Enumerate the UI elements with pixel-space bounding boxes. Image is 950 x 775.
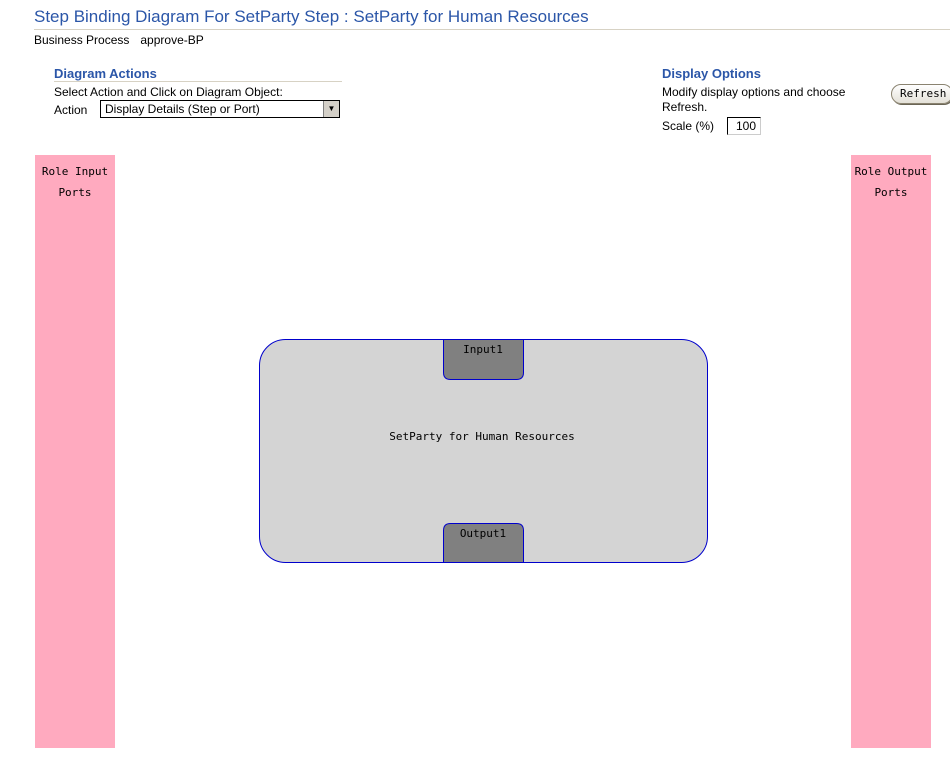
display-options-instruction-line2: Refresh. bbox=[662, 100, 708, 114]
top-links[interactable]: __ __ bbox=[882, 0, 942, 4]
role-input-ports-label-line1: Role Input bbox=[41, 165, 109, 178]
diagram-actions-instruction: Select Action and Click on Diagram Objec… bbox=[54, 85, 283, 99]
action-select-value: Display Details (Step or Port) bbox=[105, 102, 260, 116]
scale-label: Scale (%) bbox=[662, 119, 715, 133]
input-port-label: Input1 bbox=[463, 343, 503, 356]
page-title: Step Binding Diagram For SetParty Step :… bbox=[34, 7, 589, 26]
business-process-value: approve-BP bbox=[140, 33, 204, 47]
role-input-ports-column[interactable]: Role Input Ports bbox=[35, 155, 115, 748]
title-divider bbox=[34, 29, 950, 30]
action-select[interactable]: Display Details (Step or Port) ▼ bbox=[100, 100, 340, 118]
display-options-heading: Display Options bbox=[662, 66, 761, 81]
diagram-actions-heading: Diagram Actions bbox=[54, 66, 157, 81]
business-process-label: Business Process bbox=[34, 33, 130, 47]
role-input-ports-label-line2: Ports bbox=[58, 186, 92, 199]
action-label: Action bbox=[54, 103, 88, 117]
step-diagram: Input1 SetParty for Human Resources Outp… bbox=[258, 338, 710, 566]
role-output-ports-column[interactable]: Role Output Ports bbox=[851, 155, 931, 748]
step-name-label: SetParty for Human Resources bbox=[389, 430, 574, 443]
role-output-ports-label-line2: Ports bbox=[874, 186, 908, 199]
display-options-instruction-line1: Modify display options and choose bbox=[662, 85, 846, 99]
step-diagram-svg: Input1 SetParty for Human Resources Outp… bbox=[259, 339, 708, 563]
diagram-actions-divider bbox=[54, 81, 342, 82]
scale-input[interactable]: 100 bbox=[727, 117, 761, 135]
chevron-down-icon[interactable]: ▼ bbox=[323, 101, 339, 117]
role-output-ports-label-line1: Role Output bbox=[854, 165, 928, 178]
refresh-button[interactable]: Refresh bbox=[891, 84, 950, 104]
output-port-label: Output1 bbox=[460, 527, 506, 540]
business-process-row: Business Process approve-BP bbox=[34, 33, 204, 47]
